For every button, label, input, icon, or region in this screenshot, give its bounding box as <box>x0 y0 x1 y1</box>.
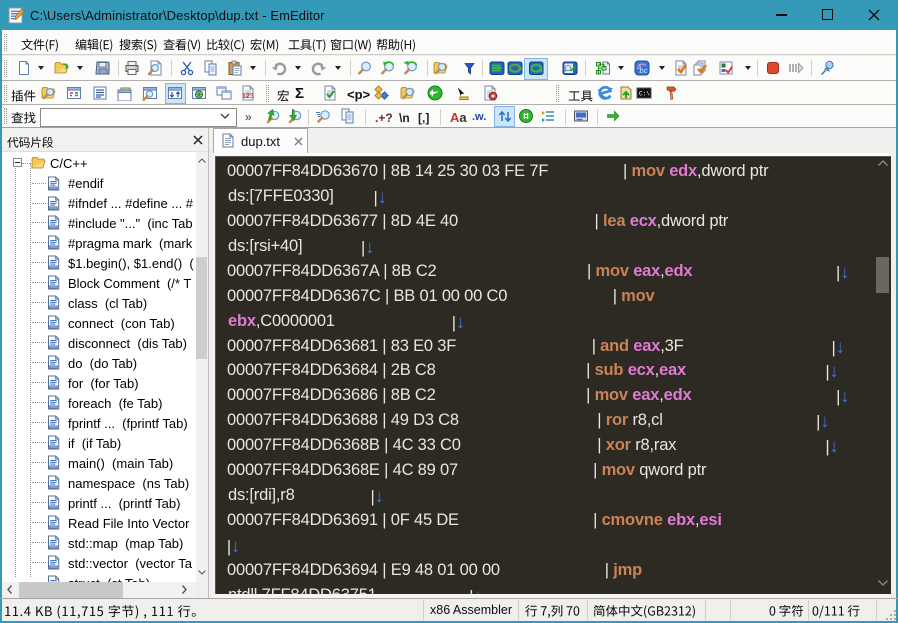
svg-text:bc: bc <box>639 66 647 75</box>
svg-text:123: 123 <box>242 93 254 100</box>
svg-text:C:\: C:\ <box>639 91 650 98</box>
